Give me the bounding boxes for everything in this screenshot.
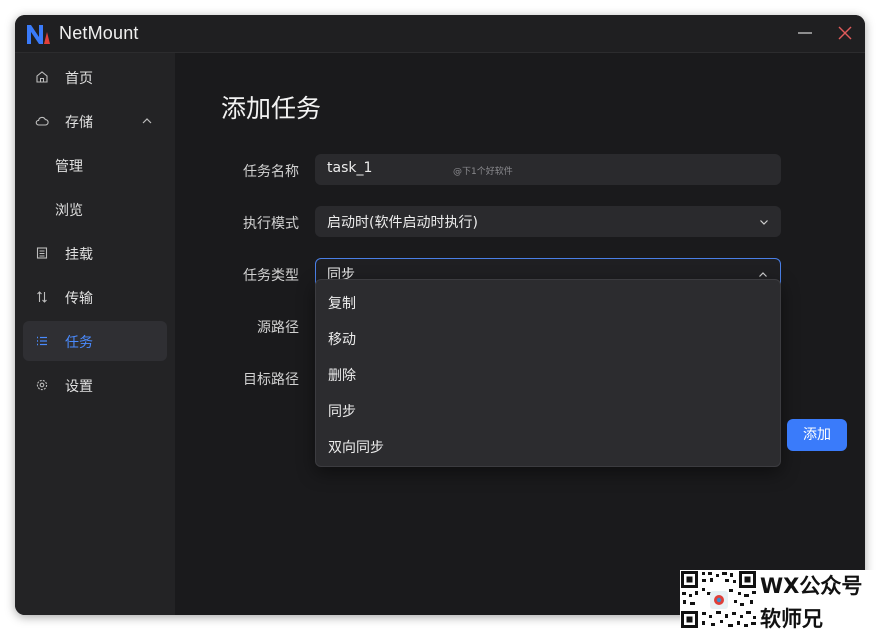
sidebar-item-storage[interactable]: 存储 [23,101,167,141]
exec-mode-label: 执行模式 [243,216,299,232]
title-bar: NetMount [15,15,865,53]
task-type-dropdown: 复制 移动 删除 同步 双向同步 [315,279,781,467]
sidebar-item-label: 管理 [55,159,83,175]
sidebar-item-label: 浏览 [55,203,83,219]
sidebar-item-label: 首页 [65,71,93,87]
task-type-label: 任务类型 [243,268,299,284]
sidebar-item-tasks[interactable]: 任务 [23,321,167,361]
dropdown-option[interactable]: 删除 [316,356,780,392]
source-path-label: 源路径 [257,320,299,336]
dropdown-option[interactable]: 复制 [316,284,780,320]
sidebar-item-settings[interactable]: 设置 [23,365,167,405]
badge-line-2: 软师兄 [760,607,823,631]
gear-icon [36,379,48,391]
chevron-down-icon [760,220,768,225]
dropdown-option[interactable]: 双向同步 [316,428,780,464]
sidebar-item-label: 任务 [65,335,93,351]
minimize-icon [798,32,812,34]
badge-line-1: WX公众号 [760,574,863,598]
dropdown-option[interactable]: 移动 [316,320,780,356]
option-label: 复制 [328,296,356,312]
app-window: NetMount 首页 存储 管理 浏览 挂载 传输 任务 设置 添加任务 任务… [15,15,865,615]
add-button[interactable]: 添加 [787,419,847,451]
task-name-input[interactable]: task_1 @下1个好软件 [315,154,781,185]
cloud-icon [35,116,49,126]
sidebar-item-browse[interactable]: 浏览 [23,189,167,229]
qr-code-icon [680,570,758,630]
sidebar-item-label: 存储 [65,115,93,131]
wechat-badge: WX公众号 软师兄 [680,570,880,631]
task-list-icon [37,336,47,346]
exec-mode-value: 启动时(软件启动时执行) [327,215,478,231]
netmount-logo-icon [27,25,50,44]
home-icon [36,71,48,83]
minimize-button[interactable] [785,15,825,52]
sidebar-item-label: 传输 [65,291,93,307]
option-label: 双向同步 [328,440,384,456]
sidebar-item-transfer[interactable]: 传输 [23,277,167,317]
task-name-label: 任务名称 [243,164,299,180]
sidebar-item-mount[interactable]: 挂载 [23,233,167,273]
target-path-label: 目标路径 [243,372,299,388]
close-button[interactable] [825,15,865,52]
dropdown-option[interactable]: 同步 [316,392,780,428]
option-label: 移动 [328,332,356,348]
chevron-up-icon [142,118,152,124]
page-title: 添加任务 [221,94,322,123]
transfer-icon [37,291,47,303]
sidebar: 首页 存储 管理 浏览 挂载 传输 任务 设置 [15,53,175,615]
sidebar-item-label: 挂载 [65,247,93,263]
sidebar-item-label: 设置 [65,379,93,395]
sidebar-item-home[interactable]: 首页 [23,57,167,97]
option-label: 同步 [328,404,356,420]
option-label: 删除 [328,368,356,384]
close-icon [838,26,852,40]
watermark-text: @下1个好软件 [453,167,513,177]
sidebar-item-manage[interactable]: 管理 [23,145,167,185]
exec-mode-select[interactable]: 启动时(软件启动时执行) [315,206,781,237]
task-name-value: task_1 [327,160,373,176]
app-title: NetMount [59,23,139,43]
mount-icon [36,247,48,259]
